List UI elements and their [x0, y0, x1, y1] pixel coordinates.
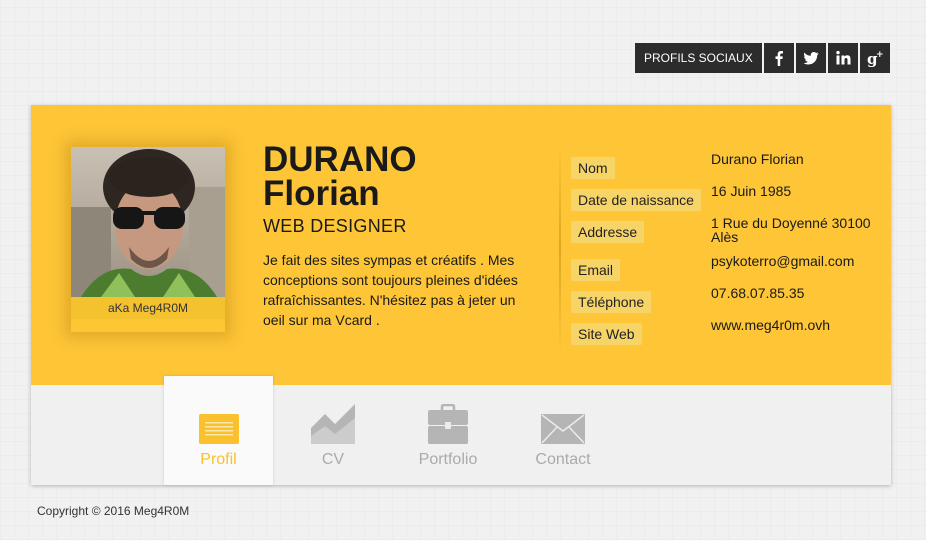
info-value: Durano Florian: [711, 151, 804, 167]
profile-card-icon: [198, 414, 239, 444]
profile-panel: aKa Meg4R0M DURANO Florian WEB DESIGNER …: [31, 105, 891, 385]
social-profiles-label: PROFILS SOCIAUX: [635, 43, 762, 73]
twitter-icon: [803, 52, 819, 65]
info-label: Addresse: [571, 221, 645, 243]
tab-label: Contact: [535, 451, 591, 468]
info-label: Nom: [571, 157, 615, 179]
vertical-divider: [559, 143, 561, 355]
profile-bio: Je fait des sites sympas et créatifs . M…: [263, 252, 518, 328]
phone-value[interactable]: 07.68.07.85.35: [711, 286, 886, 300]
profile-role: WEB DESIGNER: [263, 216, 407, 236]
tab-label: Portfolio: [418, 451, 478, 468]
chart-icon: [311, 404, 355, 444]
vcard: aKa Meg4R0M DURANO Florian WEB DESIGNER …: [31, 105, 891, 485]
info-label: Date de naissance: [571, 189, 701, 211]
name-second-line: Florian: [263, 174, 380, 213]
twitter-button[interactable]: [795, 43, 826, 73]
facebook-button[interactable]: [763, 43, 794, 73]
footer-copyright: Copyright © 2016 Meg4R0M: [37, 504, 190, 518]
facebook-icon: [775, 51, 783, 66]
info-row-website: Site Web www.meg4r0m.ovh: [571, 318, 881, 353]
tab-contact[interactable]: Contact: [508, 376, 618, 485]
profile-photo: [71, 147, 225, 297]
tab-label: CV: [321, 451, 345, 468]
website-link[interactable]: www.meg4r0m.ovh: [711, 318, 886, 332]
email-value[interactable]: psykoterro@gmail.com: [711, 254, 886, 268]
tab-label: Profil: [200, 451, 237, 468]
info-label: Email: [571, 259, 621, 281]
info-row-address: Addresse 1 Rue du Doyenné 30100 Alès: [571, 216, 881, 251]
photo-caption: aKa Meg4R0M: [71, 297, 225, 319]
info-value: 1 Rue du Doyenné 30100 Alès: [711, 215, 871, 245]
svg-text:+: +: [876, 50, 884, 60]
info-value: 16 Juin 1985: [711, 183, 792, 199]
info-label: Site Web: [571, 323, 642, 345]
name-first-line: DURANO: [263, 140, 417, 179]
photo-frame: aKa Meg4R0M: [71, 147, 225, 332]
linkedin-button[interactable]: [827, 43, 858, 73]
tab-cv[interactable]: CV: [278, 376, 388, 485]
envelope-icon: [541, 414, 585, 444]
google-plus-button[interactable]: g +: [859, 43, 890, 73]
linkedin-icon: [836, 50, 851, 65]
info-label: Téléphone: [571, 291, 652, 313]
profile-name: DURANO Florian: [263, 140, 417, 213]
tab-profil[interactable]: Profil: [164, 376, 273, 485]
briefcase-icon: [428, 404, 468, 444]
google-plus-icon: g+: [867, 50, 884, 67]
social-bar: PROFILS SOCIAUX g +: [635, 43, 890, 73]
tab-portfolio[interactable]: Portfolio: [393, 376, 503, 485]
